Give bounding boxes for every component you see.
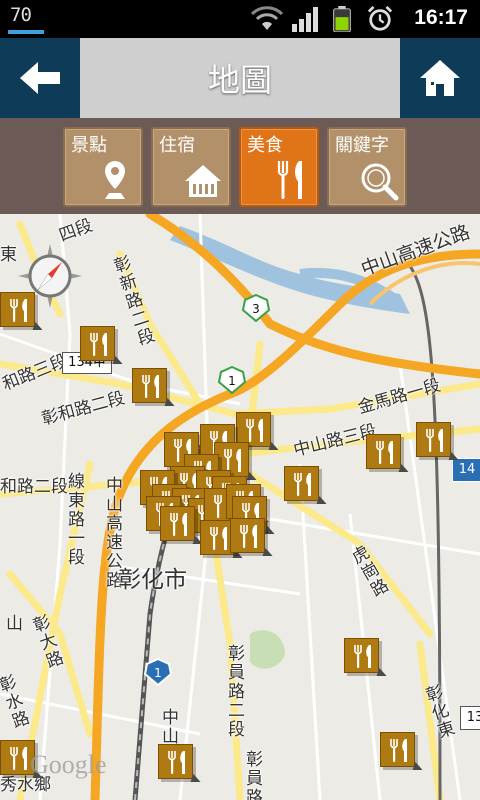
category-label: 關鍵字 <box>335 135 389 156</box>
location-pin-icon <box>105 161 125 199</box>
status-time: 16:17 <box>414 6 468 29</box>
fork-knife-icon <box>167 750 185 774</box>
fork-knife-icon <box>389 738 407 762</box>
alarm-icon <box>367 6 393 31</box>
route-shield: 13 <box>460 706 480 730</box>
category-bar: 景點 住宿 美食 關鍵字 <box>0 118 480 214</box>
status-indicator-bar <box>8 30 44 34</box>
wifi-icon <box>250 6 284 30</box>
fork-knife-icon <box>141 374 159 398</box>
fork-knife-icon <box>209 526 227 550</box>
road-label: 彰員路二段 <box>224 644 244 739</box>
category-label: 美食 <box>247 135 283 156</box>
fork-knife-icon <box>169 512 187 536</box>
fork-knife-icon <box>425 428 443 452</box>
category-food[interactable]: 美食 <box>239 127 319 207</box>
fork-knife-icon <box>89 332 107 356</box>
page-title: 地圖 <box>207 61 272 99</box>
fork-knife-icon <box>245 418 263 442</box>
category-keyword[interactable]: 關鍵字 <box>327 127 407 207</box>
app-header: 地圖 <box>0 38 480 118</box>
food-pin[interactable] <box>132 368 167 403</box>
fork-knife-icon <box>293 472 311 496</box>
road-label: 東 <box>0 245 17 265</box>
category-label: 住宿 <box>159 135 195 156</box>
food-pin[interactable] <box>80 326 115 361</box>
home-icon <box>420 60 460 96</box>
food-pin[interactable] <box>380 732 415 767</box>
food-pin[interactable] <box>366 434 401 469</box>
fork-knife-icon <box>9 746 27 770</box>
fork-knife-icon <box>353 644 371 668</box>
back-button[interactable] <box>0 38 80 118</box>
battery-icon <box>333 6 351 32</box>
status-left-text: 70 <box>10 4 32 26</box>
google-watermark: Google <box>30 750 107 779</box>
food-pin[interactable] <box>344 638 379 673</box>
road-label: 山 <box>2 614 22 633</box>
city-label: 彰化市 <box>118 567 187 593</box>
category-lodging[interactable]: 住宿 <box>151 127 231 207</box>
category-attractions[interactable]: 景點 <box>63 127 143 207</box>
food-pin[interactable] <box>416 422 451 457</box>
compass-icon[interactable] <box>18 244 82 308</box>
food-pin[interactable] <box>284 466 319 501</box>
fork-knife-icon <box>223 448 241 472</box>
road-label: 和路二段 <box>0 477 68 497</box>
route-shield: 1 <box>217 365 247 395</box>
house-icon <box>185 165 221 197</box>
road-label: 彰員路 <box>242 750 262 800</box>
svg-text:1: 1 <box>154 666 162 680</box>
fork-knife-icon <box>239 524 257 548</box>
svg-text:3: 3 <box>252 302 260 316</box>
map-view[interactable]: 四段 東 彰新路二段 和路三段 彰和路二段 和路二段 線東路一段 中山高速公路 … <box>0 214 480 800</box>
fork-knife-icon <box>277 161 302 199</box>
route-shield: 3 <box>241 293 271 323</box>
route-shield: 14 <box>452 458 480 482</box>
route-shield: 1 <box>143 657 173 687</box>
signal-icon <box>292 7 318 32</box>
home-button[interactable] <box>400 38 480 118</box>
magnifier-icon <box>361 163 399 201</box>
category-label: 景點 <box>71 135 107 156</box>
food-pin[interactable] <box>230 518 265 553</box>
food-pin[interactable] <box>160 506 195 541</box>
road-label: 線東路一段 <box>64 472 84 567</box>
back-arrow-icon <box>20 62 60 94</box>
food-pin[interactable] <box>158 744 193 779</box>
status-bar: 70 16:17 <box>0 0 480 38</box>
svg-text:1: 1 <box>228 374 236 388</box>
fork-knife-icon <box>375 440 393 464</box>
